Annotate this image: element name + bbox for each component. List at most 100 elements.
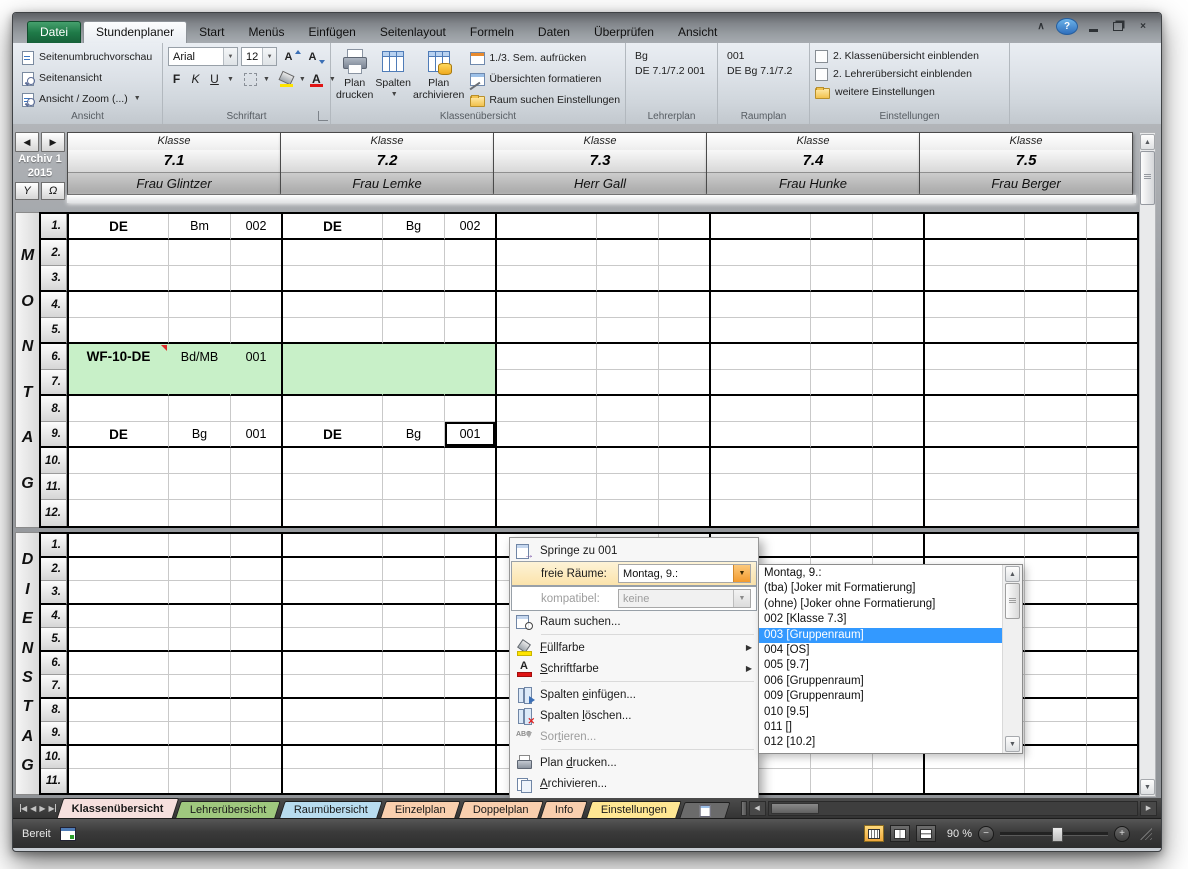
cell-subject[interactable] xyxy=(711,422,811,448)
underline-button[interactable]: U xyxy=(210,72,219,86)
row-number[interactable]: 11. xyxy=(41,769,67,793)
cell-room[interactable] xyxy=(873,396,923,422)
combo-dropdown-icon[interactable]: ▼ xyxy=(733,590,750,607)
cell-subject[interactable] xyxy=(711,344,811,370)
cell-subject[interactable] xyxy=(711,500,811,526)
next-sheet-icon[interactable]: ▶ xyxy=(39,804,45,813)
cell-subject[interactable] xyxy=(925,500,1025,526)
sheet-tab-klassen-bersicht[interactable]: Klassenübersicht xyxy=(56,798,178,818)
cell-room[interactable] xyxy=(1087,214,1137,240)
cell-teacher[interactable] xyxy=(1025,292,1087,318)
cell-teacher[interactable] xyxy=(169,370,231,396)
row-number[interactable]: 3. xyxy=(41,266,67,292)
cell-teacher[interactable] xyxy=(811,370,873,396)
cell-room[interactable] xyxy=(231,500,281,526)
cell-room[interactable] xyxy=(1087,699,1137,723)
cell-teacher[interactable] xyxy=(597,214,659,240)
cell-teacher[interactable] xyxy=(811,534,873,558)
cell-room[interactable] xyxy=(873,500,923,526)
checkbox-icon[interactable] xyxy=(815,50,828,63)
cell-room[interactable] xyxy=(231,722,281,746)
scroll-right-icon[interactable]: ▶ xyxy=(1140,801,1157,816)
cell-room[interactable] xyxy=(1087,746,1137,770)
weitere-einstellungen-button[interactable]: weitere Einstellungen xyxy=(815,83,1004,101)
cell-teacher[interactable] xyxy=(169,699,231,723)
zoom-slider-thumb[interactable] xyxy=(1052,827,1063,842)
cell-room[interactable] xyxy=(231,746,281,770)
cell-teacher[interactable] xyxy=(811,448,873,474)
bold-button[interactable]: F xyxy=(168,70,185,88)
sheet-tab-info[interactable]: Info xyxy=(540,801,588,818)
combo-dropdown-icon[interactable]: ▼ xyxy=(733,565,750,582)
menu-item-freie-raeume[interactable]: freie Räume:Montag, 9.:▼ xyxy=(511,561,757,586)
cell-teacher[interactable] xyxy=(169,240,231,266)
room-option-004-os[interactable]: 004 [OS] xyxy=(759,643,1002,658)
cell-room[interactable] xyxy=(659,266,709,292)
spalten-button[interactable]: Spalten ▼ xyxy=(375,47,411,109)
cell-teacher[interactable] xyxy=(383,396,445,422)
fill-color-button[interactable] xyxy=(278,70,295,88)
cell-teacher[interactable] xyxy=(383,534,445,558)
klassenuebersicht2-checkbox-row[interactable]: 2. Klassenübersicht einblenden xyxy=(815,47,1004,65)
cell-room[interactable] xyxy=(445,474,495,500)
cell-subject[interactable] xyxy=(497,422,597,448)
cell-subject[interactable] xyxy=(69,396,169,422)
cell-room[interactable] xyxy=(231,605,281,629)
cell-subject[interactable] xyxy=(69,675,169,699)
cell-room[interactable] xyxy=(1087,722,1137,746)
menu-item-schriftfarbe[interactable]: Schriftfarbe▶ xyxy=(511,658,757,679)
archive-prev-button[interactable]: ◀ xyxy=(15,132,39,152)
cell-subject[interactable] xyxy=(69,266,169,292)
cell-room[interactable] xyxy=(873,474,923,500)
cell-subject[interactable] xyxy=(925,318,1025,344)
day-label-dienstag[interactable]: DIENSTAG xyxy=(15,532,39,795)
chevron-down-icon[interactable]: ▼ xyxy=(263,76,270,83)
room-option-003-gruppenraum[interactable]: 003 [Gruppenraum] xyxy=(759,628,1002,643)
semester-aufruecken-button[interactable]: 1./3. Sem. aufrücken xyxy=(470,49,620,67)
cell-subject[interactable] xyxy=(283,722,383,746)
cell-room[interactable] xyxy=(445,769,495,793)
room-option-009-gruppenraum[interactable]: 009 [Gruppenraum] xyxy=(759,689,1002,704)
cell-subject[interactable] xyxy=(283,500,383,526)
cell-room[interactable] xyxy=(231,318,281,344)
scroll-up-icon[interactable]: ▲ xyxy=(1005,566,1020,582)
cell-subject[interactable] xyxy=(69,500,169,526)
page-view-button[interactable]: Seitenansicht xyxy=(18,68,157,87)
cell-teacher[interactable] xyxy=(1025,581,1087,605)
menu-item-semester-aufruecken[interactable]: 1./3. Semester aufrücken xyxy=(511,794,757,798)
cell-subject[interactable] xyxy=(283,628,383,652)
cell-room[interactable] xyxy=(1087,370,1137,396)
cell-subject[interactable] xyxy=(711,214,811,240)
room-option-005-9-7[interactable]: 005 [9.7] xyxy=(759,658,1002,673)
scroll-down-icon[interactable]: ▼ xyxy=(1005,736,1020,752)
room-option-006-gruppenraum[interactable]: 006 [Gruppenraum] xyxy=(759,674,1002,689)
row-number[interactable]: 4. xyxy=(41,605,67,629)
cell-room[interactable] xyxy=(1087,534,1137,558)
row-number[interactable]: 9. xyxy=(41,722,67,746)
cell-teacher[interactable] xyxy=(811,214,873,240)
cell-room[interactable] xyxy=(445,605,495,629)
ribbon-tab-einf-gen[interactable]: Einfügen xyxy=(296,22,367,43)
cell-room[interactable] xyxy=(659,318,709,344)
cell-teacher[interactable] xyxy=(169,558,231,582)
cell-subject[interactable]: WF-10-DE xyxy=(69,344,169,370)
row-number[interactable]: 12. xyxy=(41,500,67,526)
cell-room[interactable] xyxy=(231,628,281,652)
cell-teacher[interactable] xyxy=(169,500,231,526)
cell-room[interactable] xyxy=(445,344,495,370)
menu-combo-kompatibel[interactable]: keine▼ xyxy=(618,589,751,608)
cell-teacher[interactable] xyxy=(383,370,445,396)
cell-subject[interactable] xyxy=(711,266,811,292)
uebersichten-formatieren-button[interactable]: Übersichten formatieren xyxy=(470,70,620,88)
cell-room[interactable] xyxy=(873,534,923,558)
cell-teacher[interactable] xyxy=(169,746,231,770)
cell-room[interactable] xyxy=(231,581,281,605)
cell-subject[interactable] xyxy=(497,344,597,370)
vertical-scrollbar[interactable]: ▲ ▼ xyxy=(1139,132,1156,797)
cell-teacher[interactable] xyxy=(1025,534,1087,558)
cell-teacher[interactable]: Bg xyxy=(383,214,445,240)
cell-teacher[interactable] xyxy=(383,581,445,605)
sheet-tab-raum-bersicht[interactable]: Raumübersicht xyxy=(279,801,383,818)
cell-teacher[interactable] xyxy=(383,344,445,370)
cell-teacher[interactable] xyxy=(597,448,659,474)
